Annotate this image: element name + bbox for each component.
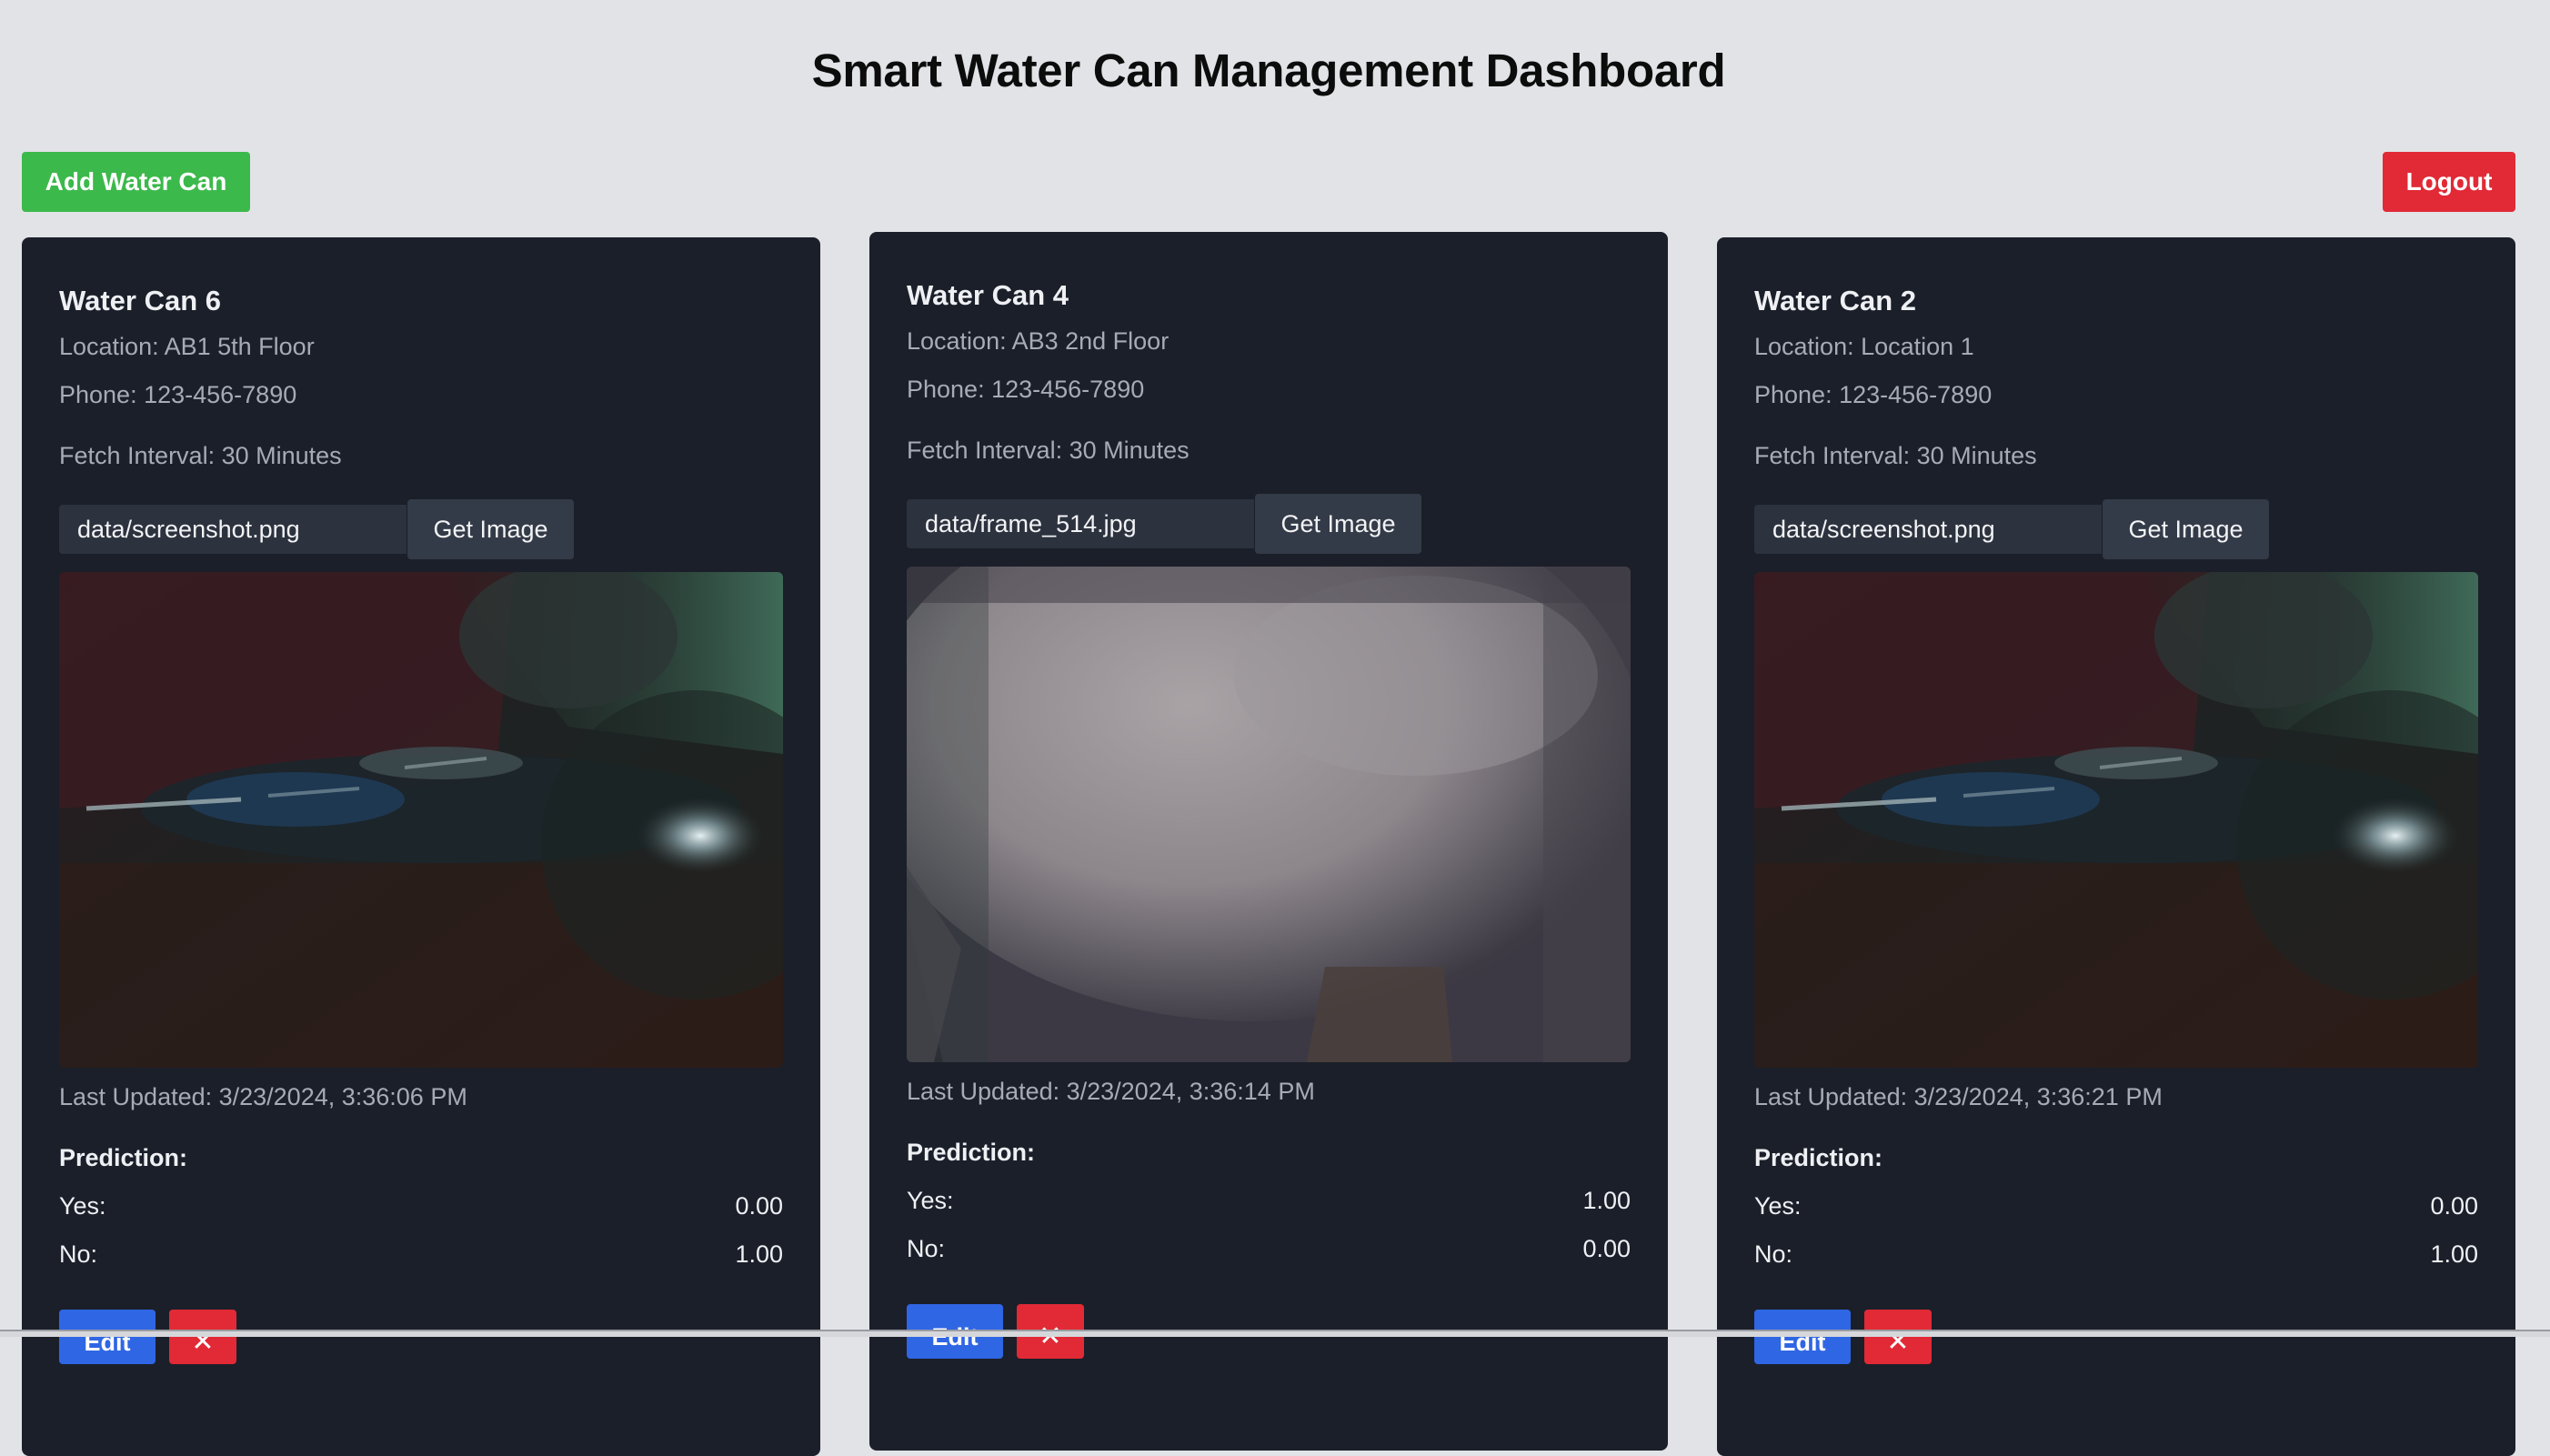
prediction-no-label: No: [1754,1240,1793,1268]
prediction-no-row: No: 0.00 [907,1235,1631,1263]
image-path-input[interactable] [907,499,1254,548]
water-can-card: Water Can 4 Location: AB3 2nd Floor Phon… [869,232,1668,1451]
prediction-no-value: 1.00 [2430,1240,2478,1268]
prediction-yes-row: Yes: 1.00 [907,1187,1631,1215]
camera-image [59,572,783,1068]
prediction-yes-label: Yes: [1754,1192,1802,1220]
prediction-no-label: No: [907,1235,946,1262]
card-title: Water Can 4 [907,279,1069,311]
phone-text: Phone: 123-456-7890 [1754,381,1993,408]
camera-frame-icon [1754,572,2478,1068]
prediction-yes-value: 1.00 [1582,1187,1631,1214]
fetch-interval-text: Fetch Interval: 30 Minutes [59,442,342,469]
phone-text: Phone: 123-456-7890 [59,381,297,408]
location-text: Location: AB1 5th Floor [59,333,315,360]
prediction-yes-value: 0.00 [735,1192,783,1220]
image-path-input[interactable] [59,505,407,554]
get-image-button[interactable]: Get Image [1255,494,1421,554]
card-title: Water Can 2 [1754,285,1917,316]
edit-button[interactable]: Edit [59,1310,156,1364]
prediction-no-row: No: 1.00 [1754,1240,2478,1269]
last-updated-text: Last Updated: 3/23/2024, 3:36:06 PM [59,1083,467,1110]
window-bottom-edge [0,1330,2550,1337]
last-updated-text: Last Updated: 3/23/2024, 3:36:14 PM [907,1078,1315,1105]
location-text: Location: Location 1 [1754,333,1974,360]
last-updated-text: Last Updated: 3/23/2024, 3:36:21 PM [1754,1083,2163,1110]
water-can-card: Water Can 6 Location: AB1 5th Floor Phon… [22,237,820,1456]
prediction-yes-row: Yes: 0.00 [1754,1192,2478,1220]
fetch-interval-text: Fetch Interval: 30 Minutes [1754,442,2037,469]
get-image-button[interactable]: Get Image [407,499,574,559]
prediction-no-value: 1.00 [735,1240,783,1268]
fetch-interval-text: Fetch Interval: 30 Minutes [907,437,1190,464]
water-can-card: Water Can 2 Location: Location 1 Phone: … [1717,237,2515,1456]
camera-image [1754,572,2478,1068]
delete-button[interactable]: ✕ [1864,1310,1932,1364]
camera-frame-icon [59,572,783,1068]
prediction-yes-label: Yes: [907,1187,954,1214]
page-title: Smart Water Can Management Dashboard [811,45,1726,96]
prediction-yes-label: Yes: [59,1192,106,1220]
add-water-can-button[interactable]: Add Water Can [22,152,250,212]
phone-text: Phone: 123-456-7890 [907,376,1145,403]
camera-frame-icon [907,567,1631,1062]
prediction-yes-row: Yes: 0.00 [59,1192,783,1220]
prediction-no-value: 0.00 [1582,1235,1631,1262]
prediction-no-row: No: 1.00 [59,1240,783,1269]
image-path-input[interactable] [1754,505,2102,554]
prediction-heading: Prediction: [907,1139,1036,1166]
prediction-yes-value: 0.00 [2430,1192,2478,1220]
prediction-no-label: No: [59,1240,98,1268]
delete-button[interactable]: ✕ [169,1310,236,1364]
camera-image [907,567,1631,1062]
location-text: Location: AB3 2nd Floor [907,327,1170,355]
prediction-heading: Prediction: [59,1144,188,1171]
edit-button[interactable]: Edit [1754,1310,1851,1364]
card-title: Water Can 6 [59,285,222,316]
prediction-heading: Prediction: [1754,1144,1883,1171]
get-image-button[interactable]: Get Image [2103,499,2269,559]
logout-button[interactable]: Logout [2383,152,2515,212]
